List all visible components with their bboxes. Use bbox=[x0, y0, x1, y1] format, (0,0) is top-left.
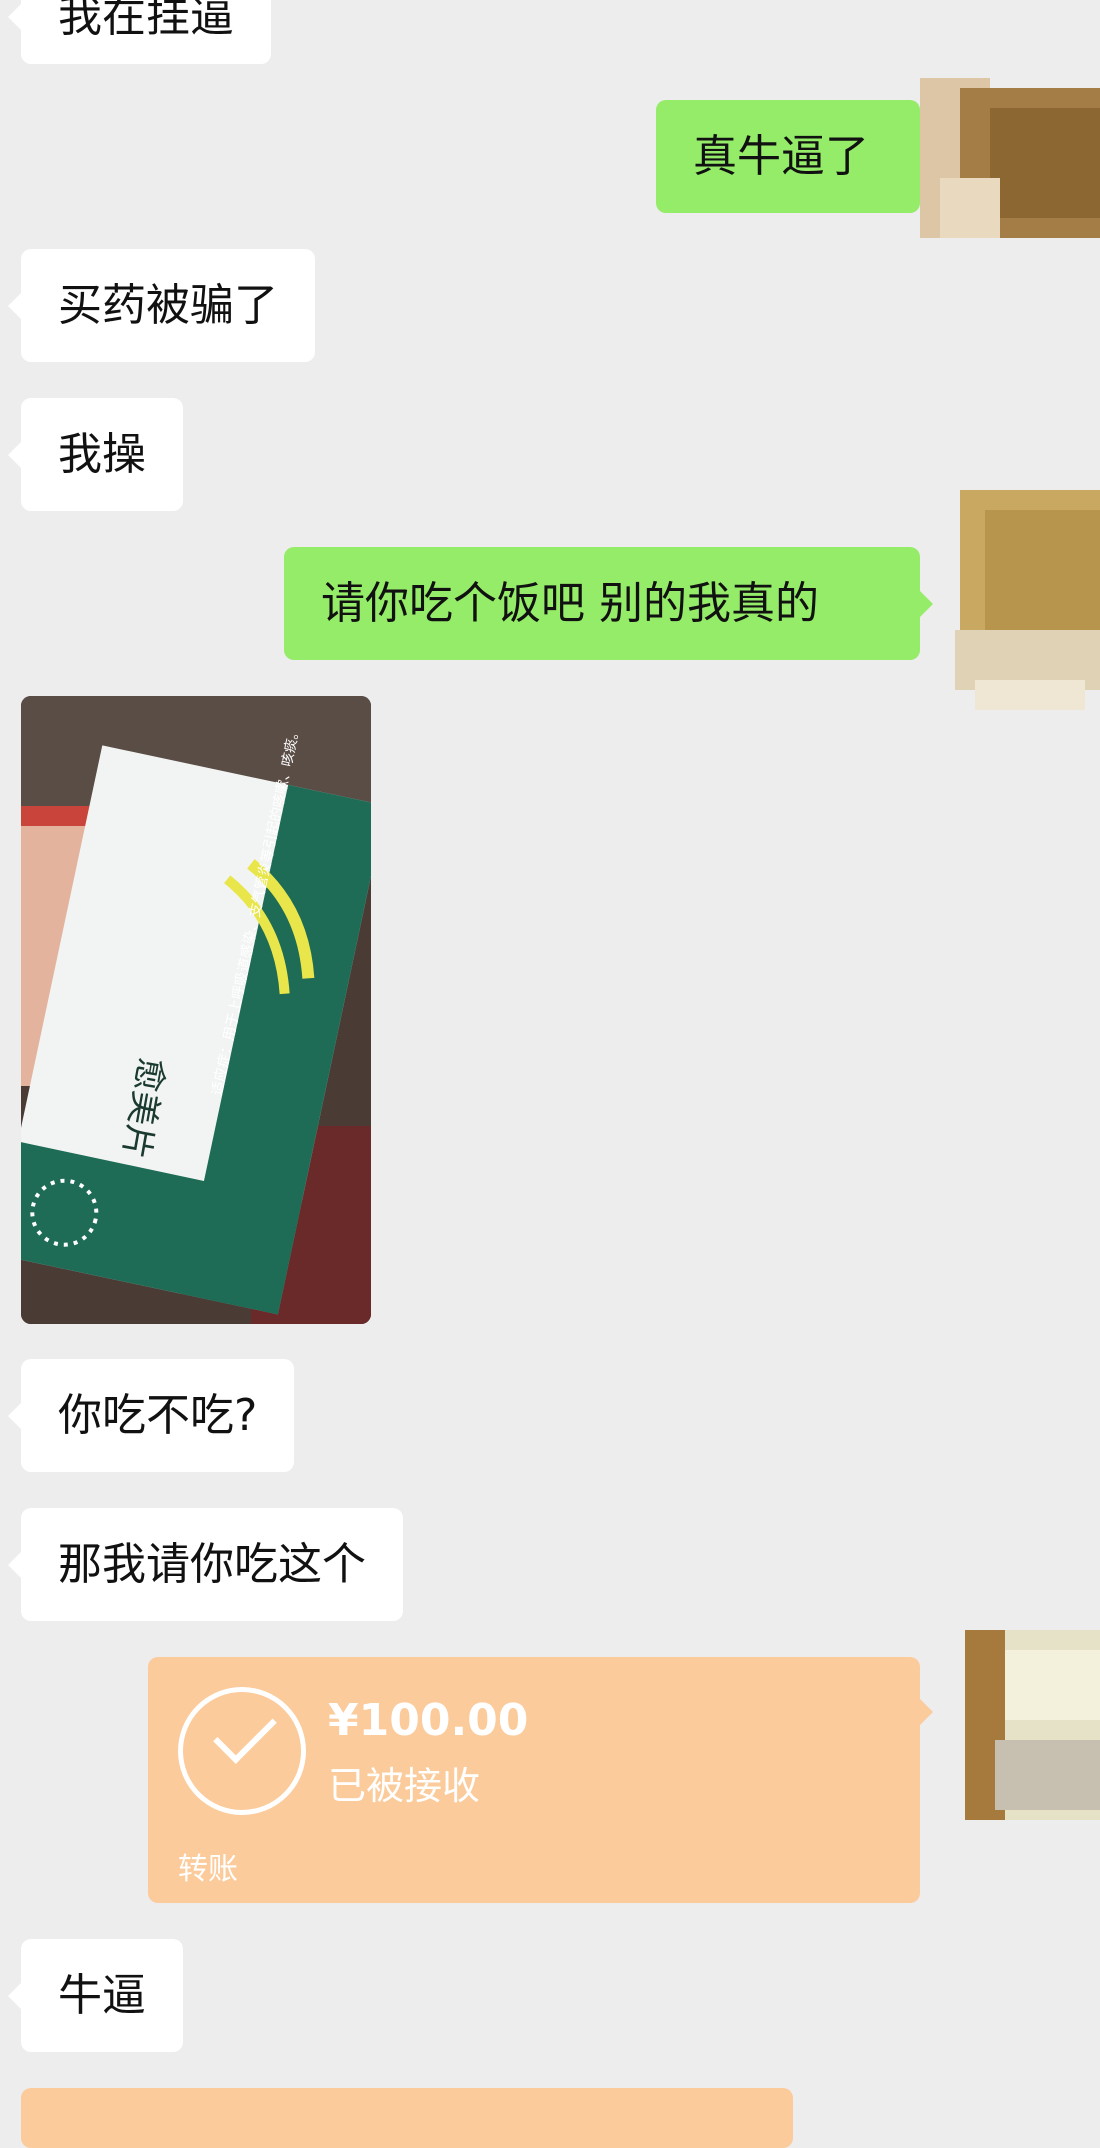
transfer-card-partial[interactable] bbox=[21, 2088, 793, 2148]
incoming-message[interactable]: 我在挂逼 bbox=[8, 0, 271, 64]
medicine-photo[interactable]: 愈美片 适应症：用于上呼吸道感染、支气管炎等引起的咳嗽、咳痰。 bbox=[21, 696, 371, 1324]
check-icon bbox=[178, 1687, 306, 1815]
transfer-status: 已被接收 bbox=[328, 1764, 481, 1808]
my-avatar[interactable] bbox=[920, 58, 1100, 258]
message-text: 我操 bbox=[58, 428, 146, 480]
message-text: 请你吃个饭吧 别的我真的 bbox=[321, 577, 819, 629]
transfer-card[interactable]: ¥100.00 已被接收 转账 bbox=[148, 1657, 933, 1903]
message-text: 我在挂逼 bbox=[58, 0, 234, 42]
transfer-type-label: 转账 bbox=[178, 1852, 238, 1887]
message-text: 真牛逼了 bbox=[693, 130, 869, 182]
transfer-amount: ¥100.00 bbox=[328, 1695, 529, 1746]
outgoing-message[interactable]: 真牛逼了 bbox=[656, 100, 933, 213]
my-avatar[interactable] bbox=[955, 1610, 1100, 1840]
message-text: 那我请你吃这个 bbox=[58, 1538, 366, 1590]
outgoing-message[interactable]: 请你吃个饭吧 别的我真的 bbox=[284, 547, 933, 660]
message-text: 牛逼 bbox=[58, 1969, 146, 2021]
message-text: 你吃不吃? bbox=[58, 1389, 258, 1441]
chat-area: 我在挂逼 真牛逼了 买药被骗了 我操 请你吃个饭吧 别的我真的 愈美片 适应症：… bbox=[0, 0, 1100, 2148]
incoming-message[interactable]: 那我请你吃这个 bbox=[8, 1508, 403, 1621]
incoming-message[interactable]: 你吃不吃? bbox=[7, 1359, 295, 1472]
message-text: 买药被骗了 bbox=[58, 279, 278, 331]
incoming-message[interactable]: 买药被骗了 bbox=[8, 249, 315, 362]
incoming-message[interactable]: 我操 bbox=[8, 398, 183, 511]
my-avatar[interactable] bbox=[955, 470, 1100, 720]
incoming-message[interactable]: 牛逼 bbox=[8, 1939, 183, 2052]
